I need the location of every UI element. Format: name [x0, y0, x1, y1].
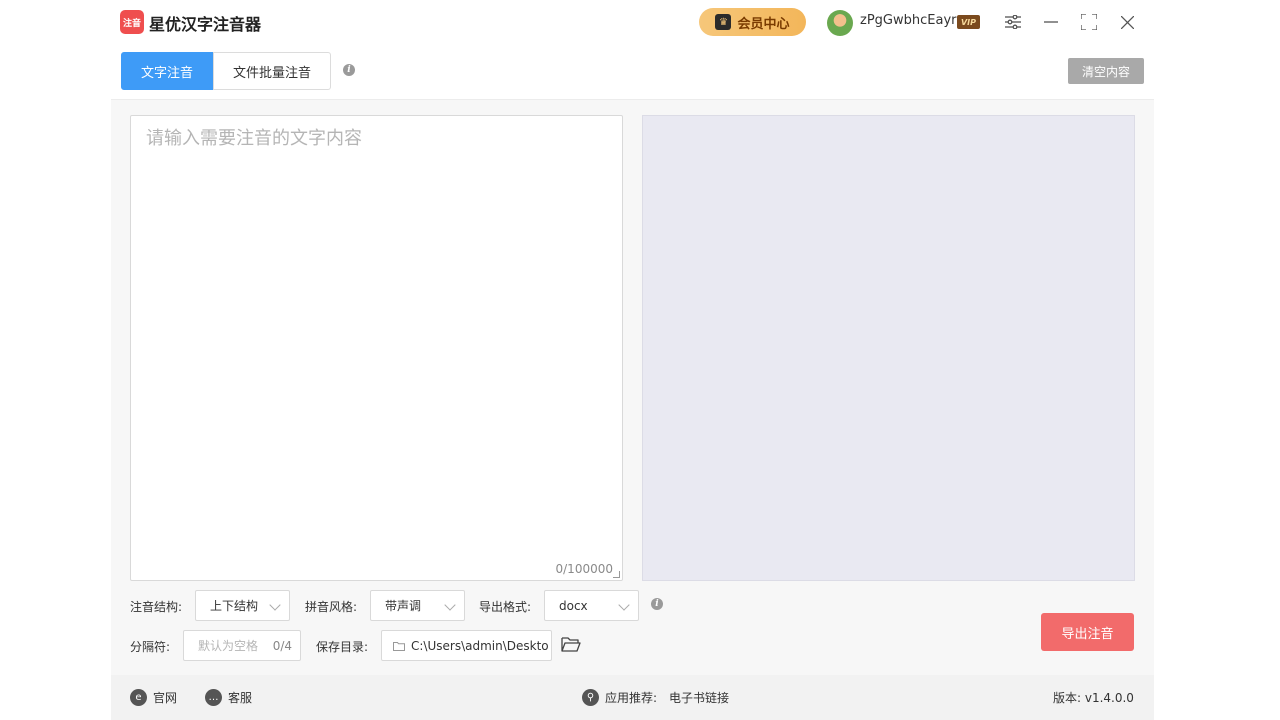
vip-badge: VIP	[957, 15, 980, 29]
separator-counter: 0/4	[272, 638, 292, 653]
separator-placeholder: 默认为空格	[198, 639, 259, 653]
tabs-row: 文字注音 文件批量注音 i 清空内容	[111, 44, 1154, 100]
website-link[interactable]: e 官网	[130, 689, 177, 706]
separator-input[interactable]: 默认为空格 0/4	[183, 630, 301, 661]
export-format-select-value: docx	[559, 598, 588, 613]
close-icon[interactable]	[1116, 11, 1138, 33]
text-input-placeholder: 请输入需要注音的文字内容	[146, 128, 362, 149]
chevron-down-icon	[444, 599, 456, 611]
export-format-label: 导出格式:	[479, 600, 532, 614]
footer: e 官网 … 客服 ⚲ 应用推荐: 电子书链接 版本: v1.4.0.0	[111, 675, 1154, 720]
open-folder-icon[interactable]	[561, 636, 581, 654]
pinyin-style-select-value: 带声调	[385, 599, 422, 613]
output-preview-area	[642, 115, 1135, 581]
save-dir-label: 保存目录:	[316, 640, 369, 654]
save-dir-value: C:\Users\admin\Deskto	[411, 638, 549, 653]
maximize-icon[interactable]	[1078, 11, 1100, 33]
website-label: 官网	[153, 691, 178, 705]
service-label: 客服	[228, 691, 253, 705]
export-annotation-button[interactable]: 导出注音	[1041, 613, 1134, 651]
vip-center-label: 会员中心	[737, 16, 790, 32]
avatar[interactable]	[827, 10, 853, 36]
service-link[interactable]: … 客服	[205, 689, 252, 706]
folder-small-icon	[393, 641, 405, 651]
chevron-down-icon	[618, 599, 630, 611]
info-icon[interactable]: i	[343, 64, 355, 76]
link-icon: ⚲	[582, 689, 599, 706]
minimize-icon[interactable]	[1040, 11, 1062, 33]
resize-handle[interactable]	[613, 571, 620, 578]
recommend-link[interactable]: 电子书链接	[669, 689, 729, 706]
chat-icon: …	[205, 689, 222, 706]
pinyin-style-label: 拼音风格:	[305, 600, 358, 614]
text-input-area[interactable]: 请输入需要注音的文字内容 0/100000	[130, 115, 623, 581]
save-dir-input[interactable]: C:\Users\admin\Deskto	[381, 630, 552, 661]
separator-label: 分隔符:	[130, 640, 171, 654]
version-text: 版本: v1.4.0.0	[1053, 691, 1134, 705]
recommend-label: 应用推荐:	[605, 691, 658, 705]
crown-icon: ♛	[715, 14, 732, 30]
recommend-section: ⚲ 应用推荐: 电子书链接	[582, 689, 729, 706]
tab-batch-file-annotation[interactable]: 文件批量注音	[213, 52, 331, 90]
pinyin-style-select[interactable]: 带声调	[370, 590, 465, 621]
app-title: 星优汉字注音器	[149, 15, 262, 34]
structure-select[interactable]: 上下结构	[195, 590, 290, 621]
vip-center-button[interactable]: ♛ 会员中心	[699, 8, 806, 36]
title-bar: 注音 星优汉字注音器 ♛ 会员中心 zPgGwbhcEayr VIP	[111, 0, 1154, 44]
username[interactable]: zPgGwbhcEayr	[860, 13, 956, 28]
clear-content-button[interactable]: 清空内容	[1068, 58, 1144, 84]
format-info-icon[interactable]: i	[651, 598, 663, 610]
structure-label: 注音结构:	[130, 600, 183, 614]
structure-select-value: 上下结构	[210, 599, 259, 613]
chevron-down-icon	[269, 599, 281, 611]
browser-icon: e	[130, 689, 147, 706]
char-counter: 0/100000	[555, 562, 614, 576]
app-window: 注音 星优汉字注音器 ♛ 会员中心 zPgGwbhcEayr VIP 文字注音 …	[111, 0, 1154, 720]
export-format-select[interactable]: docx	[544, 590, 639, 621]
settings-sliders-icon[interactable]	[1002, 11, 1024, 33]
tab-text-annotation[interactable]: 文字注音	[121, 52, 213, 90]
app-logo-icon: 注音	[120, 10, 144, 34]
